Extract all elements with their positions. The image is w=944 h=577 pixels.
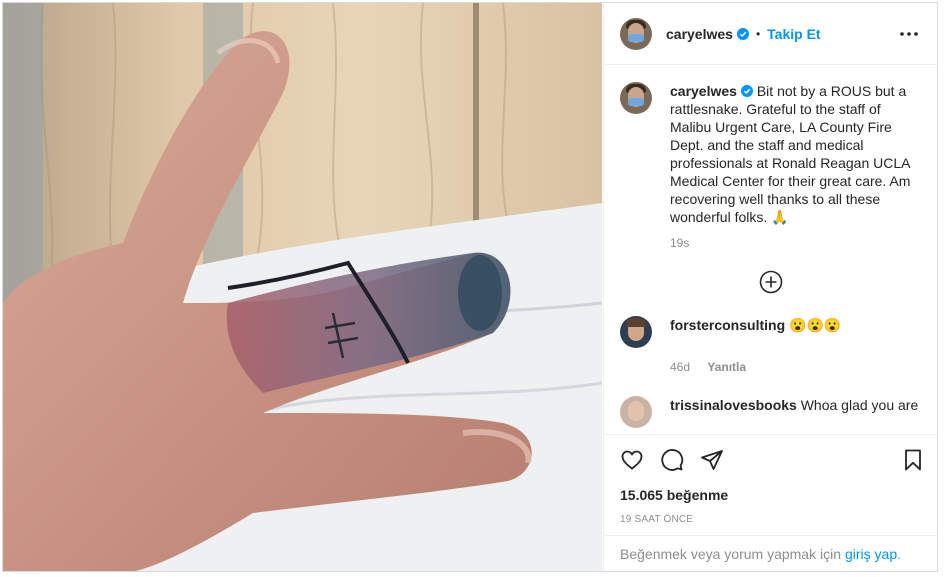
share-icon[interactable] bbox=[700, 448, 724, 472]
comment-icon[interactable] bbox=[660, 448, 684, 472]
login-suffix: . bbox=[897, 545, 902, 562]
comment-item: trissinalovesbooks Whoa glad you are bbox=[620, 396, 921, 428]
verified-badge-icon bbox=[740, 85, 753, 97]
heart-icon[interactable] bbox=[620, 448, 644, 472]
comments-section[interactable]: caryelwes Bit not by a ROUS but a rattle… bbox=[604, 66, 937, 434]
comment-username[interactable]: forsterconsulting bbox=[670, 317, 785, 333]
load-more-icon[interactable] bbox=[759, 270, 783, 294]
separator-dot: • bbox=[755, 26, 761, 41]
follow-button[interactable]: Takip Et bbox=[767, 26, 820, 42]
caption-age: 19s bbox=[670, 236, 690, 250]
login-link[interactable]: giriş yap bbox=[845, 546, 897, 562]
post-details-panel: caryelwes • Takip Et caryelwes Bit not b… bbox=[603, 3, 937, 571]
caption-text-block: caryelwes Bit not by a ROUS but a rattle… bbox=[670, 82, 915, 226]
post-header: caryelwes • Takip Et bbox=[604, 3, 937, 65]
author-username-text[interactable]: caryelwes bbox=[666, 26, 733, 42]
more-options-icon[interactable] bbox=[897, 22, 921, 46]
comment-item: forsterconsulting 😮😮😮 bbox=[620, 316, 921, 348]
comment-text: Whoa glad you are bbox=[800, 397, 919, 413]
post-image[interactable] bbox=[3, 3, 602, 571]
post-photo-illustration bbox=[3, 3, 602, 571]
comment-age: 46d bbox=[670, 360, 691, 374]
author-avatar[interactable] bbox=[620, 17, 652, 50]
login-prompt: Beğenmek veya yorum yapmak için giriş ya… bbox=[604, 535, 937, 571]
caption-text: Bit not by a ROUS but a rattlesnake. Gra… bbox=[670, 83, 911, 225]
post-dialog: caryelwes • Takip Et caryelwes Bit not b… bbox=[2, 2, 938, 572]
likes-count[interactable]: 15.065 beğenme bbox=[620, 487, 728, 503]
login-prompt-text: Beğenmek veya yorum yapmak için bbox=[620, 545, 841, 562]
comment-meta: 46d Yanıtla bbox=[670, 360, 921, 374]
post-caption: caryelwes Bit not by a ROUS but a rattle… bbox=[620, 82, 921, 226]
comment-username[interactable]: trissinalovesbooks bbox=[670, 397, 797, 413]
comment-text-block: forsterconsulting 😮😮😮 bbox=[670, 316, 841, 348]
action-bar bbox=[604, 434, 937, 484]
comment-text: 😮😮😮 bbox=[789, 317, 842, 333]
load-more-comments-button[interactable] bbox=[620, 270, 921, 294]
reply-button[interactable]: Yanıtla bbox=[707, 360, 746, 374]
commenter-avatar[interactable] bbox=[620, 396, 652, 428]
verified-badge-icon bbox=[736, 27, 749, 40]
caption-author-avatar[interactable] bbox=[620, 82, 652, 114]
comment-text-block: trissinalovesbooks Whoa glad you are bbox=[670, 396, 918, 428]
caption-author-username[interactable]: caryelwes bbox=[670, 83, 737, 99]
bookmark-icon[interactable] bbox=[901, 448, 925, 472]
post-timestamp: 19 SAAT ÖNCE bbox=[620, 514, 694, 525]
author-username[interactable]: caryelwes bbox=[666, 26, 749, 42]
commenter-avatar[interactable] bbox=[620, 316, 652, 348]
